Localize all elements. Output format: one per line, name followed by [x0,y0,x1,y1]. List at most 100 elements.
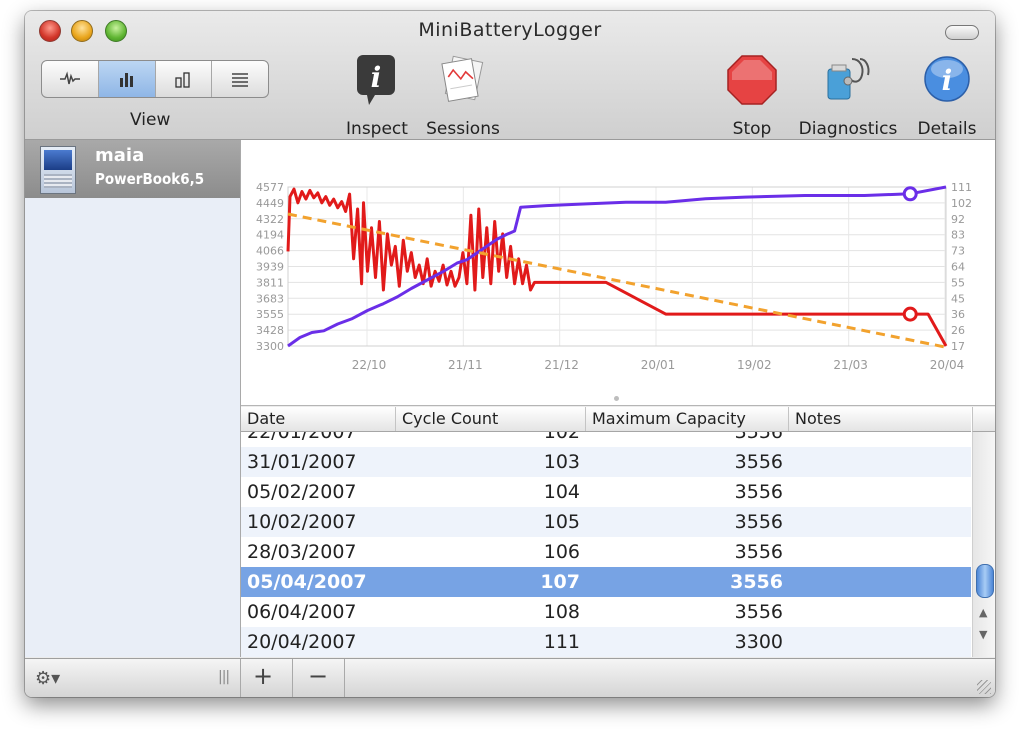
view-mode-battery[interactable] [156,61,213,97]
cell-capacity: 3300 [734,631,783,653]
x-tick-label: 20/01 [641,358,676,372]
cell-cycles: 107 [540,571,580,593]
view-segmented-control[interactable] [41,60,269,98]
left-tick-label: 3428 [256,324,284,337]
battery-chart-panel: 4577 111 4449 102 4322 92 4194 83 4066 73 3939 64 38… [241,140,995,406]
cell-capacity: 3556 [730,571,783,593]
left-tick-label: 4322 [256,213,284,226]
app-window: MiniBatteryLogger View i Inspect Session… [25,11,995,697]
sessions-button[interactable]: Sessions [423,53,503,139]
column-header-cycle-count[interactable]: Cycle Count [396,407,586,431]
column-header-maximum-capacity[interactable]: Maximum Capacity [586,407,789,431]
list-icon [232,73,249,87]
sessions-label: Sessions [426,119,500,139]
remove-button[interactable]: − [308,662,328,690]
bar-chart-icon [119,73,133,87]
stop-button[interactable]: Stop [723,53,781,139]
device-name: maia [95,145,145,166]
right-tick-label: 92 [951,213,965,226]
gear-icon[interactable]: ⚙▾ [35,668,71,690]
table-row[interactable]: 22/01/2007 102 3556 [241,432,971,447]
inspect-label: Inspect [346,119,408,139]
table-header: Date Cycle Count Maximum Capacity Notes [241,407,971,432]
series-line-0 [286,187,948,347]
table-row[interactable]: 06/04/2007 108 3556 [241,597,971,627]
left-tick-label: 4194 [256,229,284,242]
table-corner [972,407,995,432]
stop-label: Stop [732,119,772,139]
toolbar: MiniBatteryLogger View i Inspect Session… [25,11,995,140]
table-scrollbar[interactable]: ▲ ▼ [972,432,995,657]
view-label: View [130,110,171,130]
device-sidebar: maia PowerBook6,5 [25,140,241,657]
left-tick-label: 3939 [256,261,284,274]
right-tick-label: 64 [951,261,965,274]
scrollbar-thumb[interactable] [976,564,994,598]
right-tick-label: 55 [951,276,965,289]
device-model: PowerBook6,5 [95,170,205,188]
cell-date: 22/01/2007 [247,432,357,443]
view-mode-waveform[interactable] [42,61,99,97]
cell-date: 05/02/2007 [247,481,357,503]
left-tick-label: 3555 [256,308,284,321]
toolbar-toggle-button[interactable] [945,25,979,40]
right-tick-label: 102 [951,197,972,210]
table-row[interactable]: 05/04/2007 107 3556 [241,567,971,597]
scroll-down-arrow-icon[interactable]: ▼ [979,628,987,641]
view-mode-bar-chart[interactable] [98,61,156,97]
table-row[interactable]: 05/02/2007 104 3556 [241,477,971,507]
cell-date: 20/04/2007 [247,631,357,653]
x-tick-label: 19/02 [737,358,772,372]
right-tick-label: 111 [951,181,972,194]
right-tick-label: 36 [951,308,965,321]
column-header-notes[interactable]: Notes [789,407,971,431]
right-tick-label: 73 [951,245,965,258]
waveform-icon [59,71,80,85]
x-tick-label: 20/04 [930,358,965,372]
table-row[interactable]: 10/02/2007 105 3556 [241,507,971,537]
view-mode-list[interactable] [212,61,268,97]
x-tick-label: 21/12 [544,358,579,372]
sessions-icon [441,55,484,102]
split-view-grip[interactable] [614,396,619,401]
left-tick-label: 3811 [256,276,284,289]
cell-date: 06/04/2007 [247,601,357,623]
diagnostics-label: Diagnostics [798,119,898,139]
diagnostics-button[interactable]: Diagnostics [795,53,901,139]
left-tick-label: 4449 [256,197,284,210]
cell-cycles: 102 [543,432,580,443]
cell-capacity: 3556 [734,511,783,533]
device-item-maia[interactable]: maia PowerBook6,5 [25,140,240,198]
cell-capacity: 3556 [734,432,783,443]
x-tick-label: 22/10 [352,358,387,372]
series-marker-1 [902,186,918,202]
x-tick-label: 21/03 [833,358,868,372]
sidebar-resize-grip[interactable]: ||| [218,669,230,685]
inspect-button[interactable]: i Inspect [342,53,412,139]
history-table: Date Cycle Count Maximum Capacity Notes … [241,407,995,657]
resize-handle[interactable] [977,680,991,694]
cell-cycles: 106 [543,541,580,563]
table-row[interactable]: 20/04/2007 111 3300 [241,627,971,657]
info-icon: i [924,56,970,102]
cell-capacity: 3556 [734,601,783,623]
table-row[interactable]: 31/01/2007 103 3556 [241,447,971,477]
svg-text:i: i [371,61,382,94]
inspect-info-icon: i [357,55,395,105]
bottom-bar: ⚙▾ ||| + − [25,658,995,697]
stop-octagon-icon [727,55,777,105]
details-button[interactable]: i Details [913,53,981,139]
cell-date: 28/03/2007 [247,541,357,563]
series-marker-0 [902,306,918,322]
table-body: 22/01/2007 102 3556 31/01/2007 103 3556 05/02/… [241,432,971,657]
stethoscope-icon [827,58,870,100]
right-tick-label: 26 [951,324,965,337]
column-header-date[interactable]: Date [241,407,396,431]
cell-capacity: 3556 [734,481,783,503]
table-row[interactable]: 28/03/2007 106 3556 [241,537,971,567]
cell-date: 05/04/2007 [247,571,367,593]
left-tick-label: 3683 [256,292,284,305]
scroll-up-arrow-icon[interactable]: ▲ [979,606,987,619]
add-button[interactable]: + [253,662,273,690]
left-tick-label: 4066 [256,245,284,258]
